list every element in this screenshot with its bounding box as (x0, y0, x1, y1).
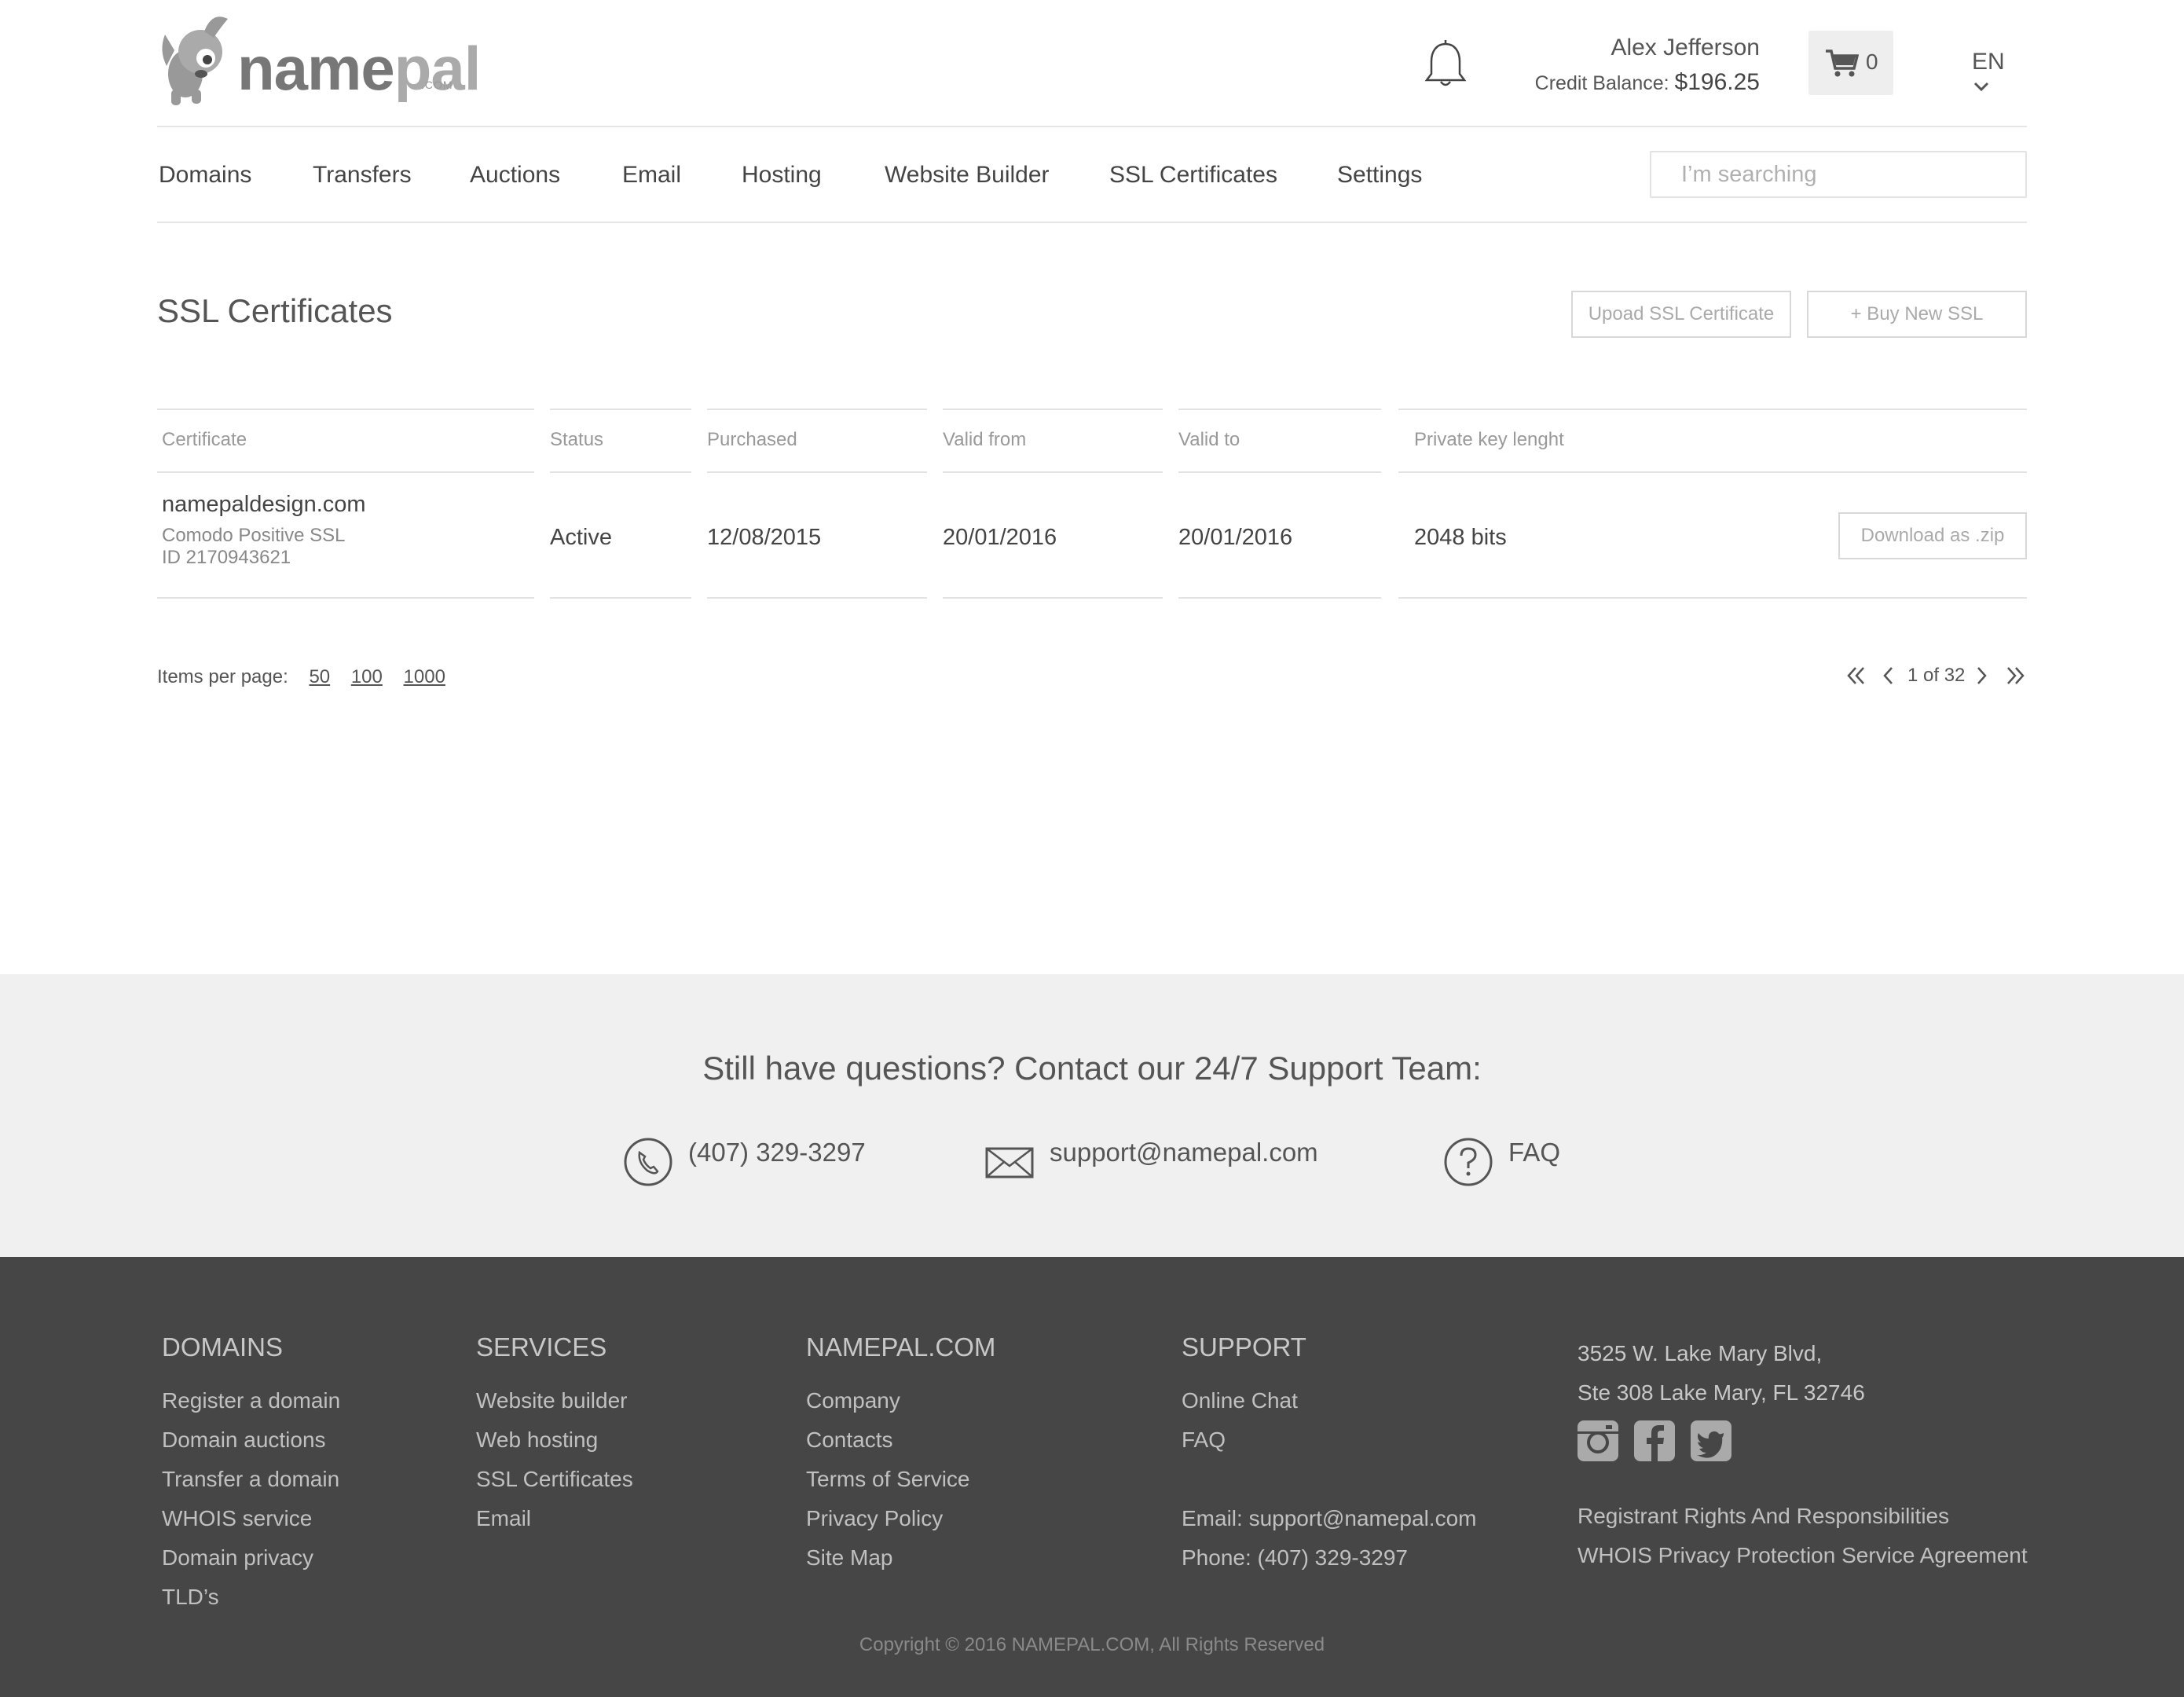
column-header-purchased[interactable]: Purchased (707, 429, 797, 451)
phone-icon (624, 1138, 672, 1186)
envelope-icon (985, 1147, 1034, 1178)
twitter-icon[interactable] (1691, 1420, 1731, 1461)
footer-link[interactable]: Transfer a domain (162, 1460, 340, 1499)
items-per-page-50[interactable]: 50 (309, 666, 330, 687)
last-page-icon[interactable] (2005, 665, 2027, 687)
nav-domains[interactable]: Domains (159, 162, 251, 189)
logo-wordmark: namepal (237, 34, 481, 103)
nav-settings[interactable]: Settings (1337, 162, 1422, 189)
search-input[interactable] (1650, 151, 2027, 198)
main-nav: Domains Transfers Auctions Email Hosting… (157, 127, 2027, 223)
prev-page-icon[interactable] (1881, 665, 1895, 687)
copyright: Copyright © 2016 NAMEPAL.COM, All Rights… (859, 1634, 1325, 1655)
items-per-page-1000[interactable]: 1000 (404, 666, 445, 687)
footer-heading: NAMEPAL.COM (806, 1332, 996, 1362)
upload-ssl-button[interactable]: Upoad SSL Certificate (1571, 291, 1791, 338)
nav-website-builder[interactable]: Website Builder (885, 162, 1050, 189)
items-per-page-100[interactable]: 100 (351, 666, 383, 687)
user-info[interactable]: Alex Jefferson Credit Balance: $196.25 (1535, 35, 1760, 96)
column-header-certificate[interactable]: Certificate (162, 429, 247, 451)
footer-link[interactable]: Contacts (806, 1420, 995, 1460)
buy-new-ssl-button[interactable]: + Buy New SSL (1807, 291, 2027, 338)
column-header-valid-from[interactable]: Valid from (943, 429, 1026, 451)
footer-heading: SUPPORT (1182, 1332, 1306, 1362)
site-header: namepal .COM Alex Jefferson Credit Balan… (157, 0, 2027, 127)
next-page-icon[interactable] (1975, 665, 1989, 687)
column-header-status[interactable]: Status (550, 429, 603, 451)
download-zip-button[interactable]: Download as .zip (1838, 512, 2027, 559)
logo-tld: .COM (421, 79, 453, 91)
footer-link[interactable]: Company (806, 1381, 995, 1420)
nav-email[interactable]: Email (622, 162, 681, 189)
support-heading: Still have questions? Contact our 24/7 S… (702, 1050, 1482, 1087)
footer-link[interactable]: Website builder (476, 1381, 633, 1420)
support-section: Still have questions? Contact our 24/7 S… (0, 974, 2184, 1257)
footer-link[interactable]: Web hosting (476, 1420, 633, 1460)
certificate-type: Comodo Positive SSL (162, 525, 346, 546)
cart-icon (1826, 49, 1859, 77)
nav-transfers[interactable]: Transfers (313, 162, 412, 189)
footer-support-phone[interactable]: Phone: (407) 329-3297 (1182, 1538, 1476, 1578)
certificate-id: ID 2170943621 (162, 547, 291, 568)
footer-link[interactable]: TLD’s (162, 1578, 340, 1617)
footer-link[interactable]: Domain privacy (162, 1538, 340, 1578)
column-header-valid-to[interactable]: Valid to (1178, 429, 1240, 451)
items-per-page: Items per page: 50 100 1000 (157, 666, 445, 687)
footer-link[interactable]: Domain auctions (162, 1420, 340, 1460)
first-page-icon[interactable] (1845, 665, 1867, 687)
footer-column-namepal: NAMEPAL.COM Company Contacts Terms of Se… (806, 1332, 995, 1578)
footer-link[interactable]: Register a domain (162, 1381, 340, 1420)
footer-heading: SERVICES (476, 1332, 607, 1362)
cart-button[interactable]: 0 (1808, 31, 1893, 95)
language-selector[interactable]: EN (1972, 49, 2027, 102)
footer-link[interactable]: Online Chat (1182, 1381, 1476, 1420)
key-length: 2048 bits (1414, 525, 1507, 550)
cart-count: 0 (1866, 49, 1878, 74)
footer-support-email[interactable]: Email: support@namepal.com (1182, 1499, 1476, 1538)
page-info: 1 of 32 (1907, 665, 1966, 686)
footer-column-support: SUPPORT Online Chat FAQ Email: support@n… (1182, 1332, 1476, 1578)
page-title: SSL Certificates (157, 292, 393, 329)
whois-privacy-link[interactable]: WHOIS Privacy Protection Service Agreeme… (1578, 1543, 2028, 1568)
credit-balance: Credit Balance: $196.25 (1534, 69, 1760, 95)
valid-to-date: 20/01/2016 (1178, 525, 1293, 550)
footer-link[interactable]: WHOIS service (162, 1499, 340, 1538)
dog-mascot-icon (162, 16, 228, 105)
footer-link[interactable]: FAQ (1182, 1420, 1476, 1460)
registrant-rights-link[interactable]: Registrant Rights And Responsibilities (1578, 1504, 1949, 1529)
nav-auctions[interactable]: Auctions (470, 162, 560, 189)
user-name: Alex Jefferson (1611, 35, 1760, 60)
column-header-private-key-length[interactable]: Private key lenght (1414, 429, 1564, 451)
certificate-domain[interactable]: namepaldesign.com (162, 492, 366, 518)
footer-link[interactable]: Email (476, 1499, 633, 1538)
nav-ssl-certificates[interactable]: SSL Certificates (1109, 162, 1277, 189)
footer-link[interactable]: SSL Certificates (476, 1460, 633, 1499)
nav-hosting[interactable]: Hosting (742, 162, 822, 189)
site-footer: DOMAINS Register a domain Domain auction… (0, 1257, 2184, 1697)
footer-column-domains: DOMAINS Register a domain Domain auction… (162, 1332, 340, 1617)
purchased-date: 12/08/2015 (707, 525, 822, 550)
credit-amount: $196.25 (1674, 69, 1760, 95)
namepal-logo[interactable]: namepal .COM (157, 11, 481, 105)
footer-link[interactable]: Privacy Policy (806, 1499, 995, 1538)
valid-from-date: 20/01/2016 (943, 525, 1057, 550)
facebook-icon[interactable] (1634, 1420, 1675, 1461)
footer-heading: DOMAINS (162, 1332, 284, 1362)
support-faq[interactable]: FAQ (1508, 1138, 1560, 1167)
support-phone[interactable]: (407) 329-3297 (688, 1138, 866, 1167)
footer-column-services: SERVICES Website builder Web hosting SSL… (476, 1332, 633, 1538)
footer-link[interactable]: Site Map (806, 1538, 995, 1578)
notification-bell-icon[interactable] (1424, 39, 1468, 90)
support-email[interactable]: support@namepal.com (1050, 1138, 1318, 1167)
question-icon (1444, 1138, 1493, 1186)
certificate-status: Active (550, 525, 612, 550)
chevron-down-icon (1973, 82, 1989, 92)
instagram-icon[interactable] (1578, 1420, 1618, 1461)
footer-address: 3525 W. Lake Mary Blvd, Ste 308 Lake Mar… (1578, 1341, 1865, 1405)
footer-link[interactable]: Terms of Service (806, 1460, 995, 1499)
